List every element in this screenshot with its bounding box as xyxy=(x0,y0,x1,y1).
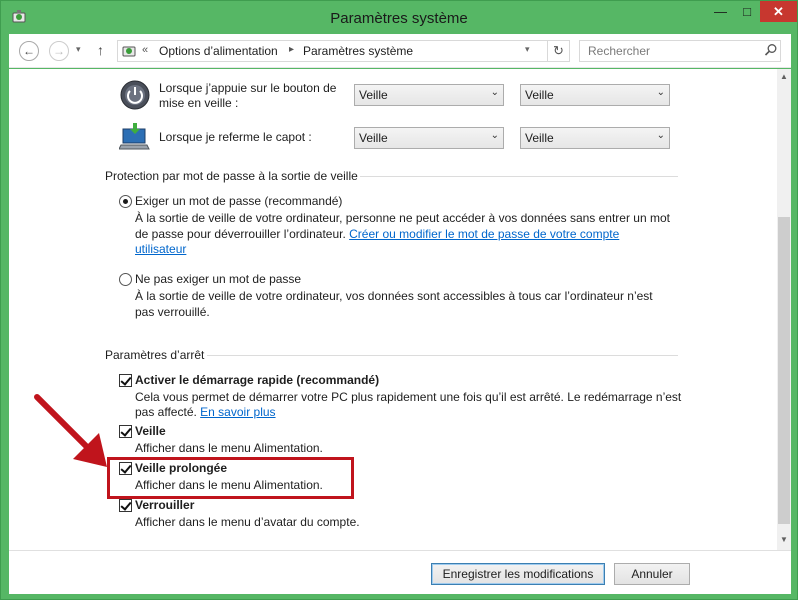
desc-text: de passe pour déverrouiller l’ordinateur… xyxy=(135,227,346,241)
sleep-label[interactable]: Veille xyxy=(135,424,166,438)
vertical-scrollbar[interactable]: ▲ ▼ xyxy=(777,69,791,550)
require-password-desc-line2: de passe pour déverrouiller l’ordinateur… xyxy=(135,226,619,242)
address-bar[interactable]: « Options d’alimentation ▸ Paramètres sy… xyxy=(117,40,548,62)
power-button-icon xyxy=(120,80,150,110)
scroll-up-icon[interactable]: ▲ xyxy=(777,70,791,84)
window-title: Paramètres système xyxy=(330,10,468,27)
refresh-button[interactable]: ↻ xyxy=(548,40,570,62)
power-button-plugged-select[interactable]: Veille ⌄ xyxy=(520,84,670,106)
back-button[interactable]: ← xyxy=(19,41,39,61)
no-password-radio[interactable] xyxy=(119,273,132,286)
no-password-desc-line2: pas verrouillé. xyxy=(135,305,210,319)
fast-startup-desc-line1: Cela vous permet de démarrer votre PC pl… xyxy=(135,390,682,404)
breadcrumb-overflow[interactable]: « xyxy=(142,44,148,56)
navigation-bar: ← → ▾ ↑ « Options d’alimentation ▸ Param… xyxy=(9,34,791,68)
search-box[interactable] xyxy=(579,40,781,62)
laptop-lid-icon xyxy=(119,123,150,150)
breadcrumb-power-options[interactable]: Options d’alimentation xyxy=(159,44,278,58)
lid-close-label: Lorsque je referme le capot : xyxy=(159,130,312,144)
close-button[interactable]: ✕ xyxy=(760,1,797,22)
desc-text: pas affecté. xyxy=(135,405,197,419)
up-button[interactable]: ↑ xyxy=(97,42,104,58)
recent-locations-button[interactable]: ▾ xyxy=(76,44,81,55)
section-divider xyxy=(207,355,678,356)
save-button[interactable]: Enregistrer les modifications xyxy=(431,563,605,585)
chevron-down-icon: ⌄ xyxy=(490,130,499,141)
fast-startup-label[interactable]: Activer le démarrage rapide (recommandé) xyxy=(135,373,379,387)
select-value: Veille xyxy=(525,131,554,145)
search-icon[interactable] xyxy=(764,43,778,57)
breadcrumb-separator[interactable]: ▸ xyxy=(289,44,294,55)
maximize-button[interactable]: □ xyxy=(734,1,760,22)
password-section-title: Protection par mot de passe à la sortie … xyxy=(105,169,358,183)
chevron-down-icon: ⌄ xyxy=(490,87,499,98)
control-panel-icon xyxy=(122,46,136,57)
scrollbar-thumb[interactable] xyxy=(778,217,790,524)
require-password-desc-line3: utilisateur xyxy=(135,241,186,257)
address-dropdown-button[interactable]: ▾ xyxy=(525,44,530,55)
search-input[interactable] xyxy=(580,41,760,61)
require-password-label[interactable]: Exiger un mot de passe (recommandé) xyxy=(135,194,342,208)
require-password-radio[interactable] xyxy=(119,195,132,208)
learn-more-link[interactable]: En savoir plus xyxy=(200,405,275,419)
cancel-button[interactable]: Annuler xyxy=(614,563,690,585)
chevron-down-icon: ⌄ xyxy=(656,87,665,98)
lock-desc: Afficher dans le menu d’avatar du compte… xyxy=(135,515,360,529)
create-password-link-cont[interactable]: utilisateur xyxy=(135,242,186,256)
fast-startup-checkbox[interactable] xyxy=(119,374,132,387)
breadcrumb-system-settings[interactable]: Paramètres système xyxy=(303,44,413,58)
power-button-label: Lorsque j’appuie sur le bouton de mise e… xyxy=(159,81,337,110)
window-frame: Paramètres système — □ ✕ ← → ▾ ↑ « Optio… xyxy=(0,0,798,600)
scroll-down-icon[interactable]: ▼ xyxy=(777,533,791,547)
lid-close-battery-select[interactable]: Veille ⌄ xyxy=(354,127,504,149)
select-value: Veille xyxy=(359,131,388,145)
minimize-button[interactable]: — xyxy=(707,1,734,22)
sleep-desc: Afficher dans le menu Alimentation. xyxy=(135,441,323,455)
shutdown-section-title: Paramètres d’arrêt xyxy=(105,348,205,362)
annotation-arrow-icon xyxy=(34,394,107,467)
select-value: Veille xyxy=(525,88,554,102)
annotation-highlight-box xyxy=(107,457,354,499)
lock-checkbox[interactable] xyxy=(119,499,132,512)
chevron-down-icon: ⌄ xyxy=(656,130,665,141)
lock-label[interactable]: Verrouiller xyxy=(135,498,194,512)
require-password-desc-line1: À la sortie de veille de votre ordinateu… xyxy=(135,211,670,225)
no-password-label[interactable]: Ne pas exiger un mot de passe xyxy=(135,272,301,286)
fast-startup-desc-line2: pas affecté. En savoir plus xyxy=(135,404,276,420)
forward-button[interactable]: → xyxy=(49,41,69,61)
lid-close-plugged-select[interactable]: Veille ⌄ xyxy=(520,127,670,149)
create-password-link[interactable]: Créer ou modifier le mot de passe de vot… xyxy=(349,227,619,241)
select-value: Veille xyxy=(359,88,388,102)
no-password-desc-line1: À la sortie de veille de votre ordinateu… xyxy=(135,289,653,303)
dialog-footer: Enregistrer les modifications Annuler xyxy=(9,550,791,594)
power-button-battery-select[interactable]: Veille ⌄ xyxy=(354,84,504,106)
title-bar: Paramètres système — □ ✕ xyxy=(1,1,797,34)
section-divider xyxy=(360,176,678,177)
